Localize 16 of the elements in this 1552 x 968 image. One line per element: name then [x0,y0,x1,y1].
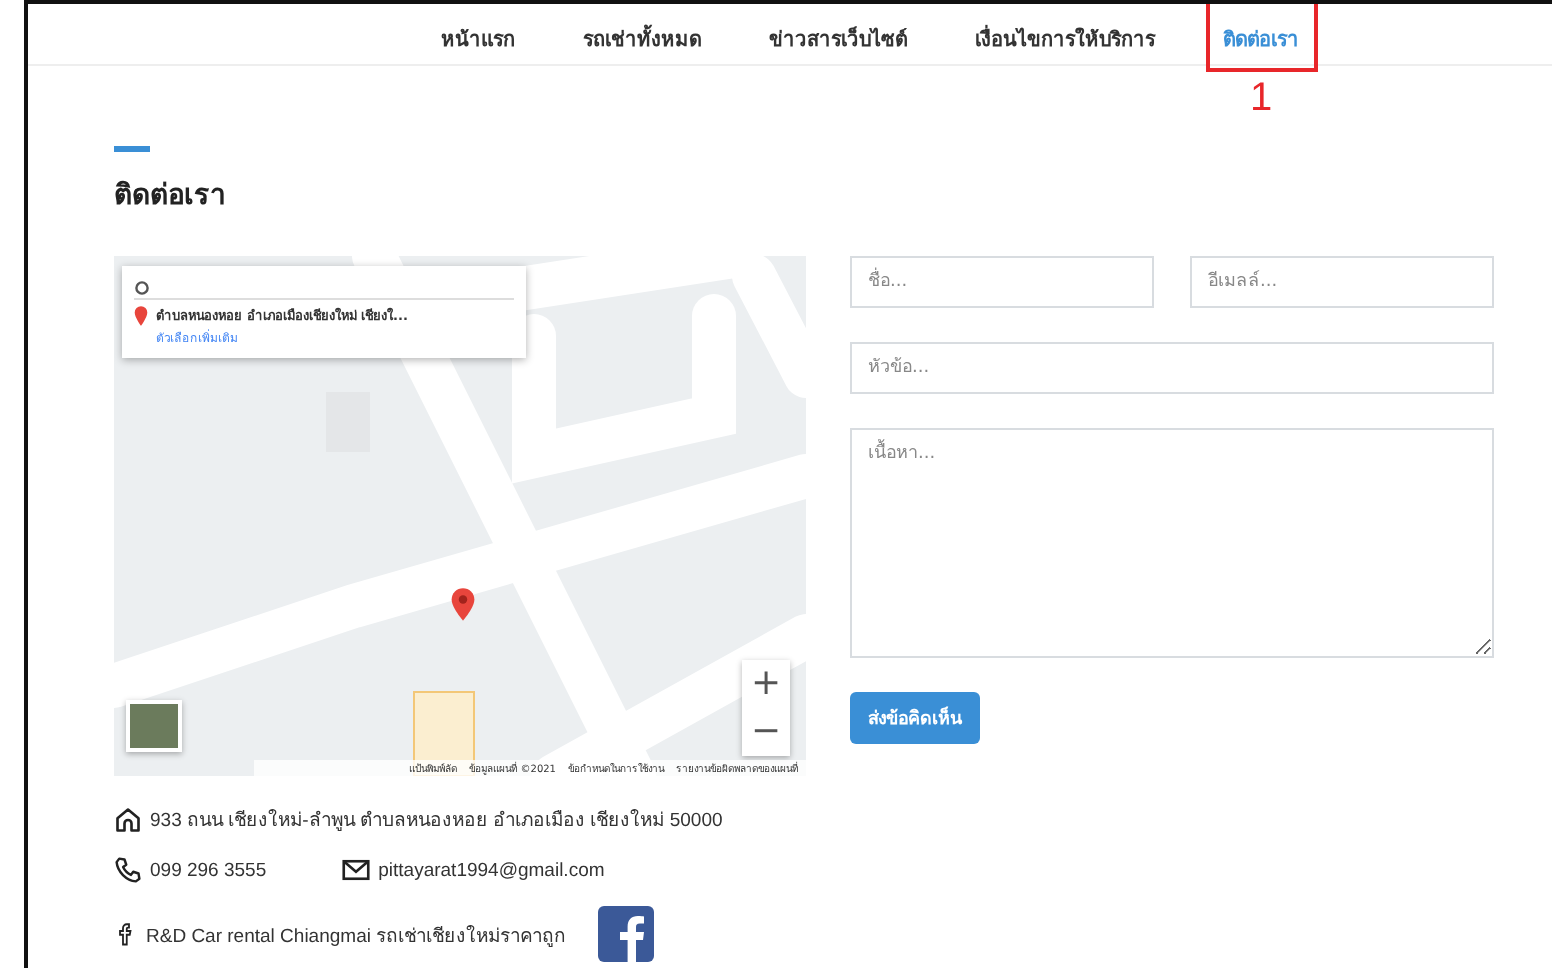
email-input[interactable]: อีเมลล์... [1190,256,1494,308]
nav-link[interactable]: เงื่อนไขการให้บริการ [975,29,1155,51]
message-textarea[interactable]: เนื้อหา... [850,428,1494,658]
nav-link[interactable]: รถเช่าทั้งหมด [583,29,701,51]
facebook-page-name: R&D Car rental Chiangmai รถเช่าเชียงใหม่ราคาถูก [146,923,567,949]
name-input[interactable]: ชื่อ... [850,256,1154,308]
zoom-out-button[interactable]: − [742,708,790,756]
page-heading: ติดต่อเรา [114,178,228,216]
annotation-number: 1 [1249,75,1273,121]
zoom-in-button[interactable]: + [742,660,790,708]
address-text: 933 ถนน เชียงใหม่-ลำพูน ตำบลหนองหอย อำเภอเมือง เชียงใหม่ 50000 [150,807,723,834]
email-address: pittayarat1994@gmail.com [378,859,605,881]
nav-link[interactable]: หน้าแรก [441,29,515,51]
nav-link[interactable]: ข่าวสารเว็บไซต์ [769,29,907,51]
subject-input[interactable]: หัวข้อ... [850,342,1494,394]
phone-number: 099 296 3555 [150,859,267,881]
